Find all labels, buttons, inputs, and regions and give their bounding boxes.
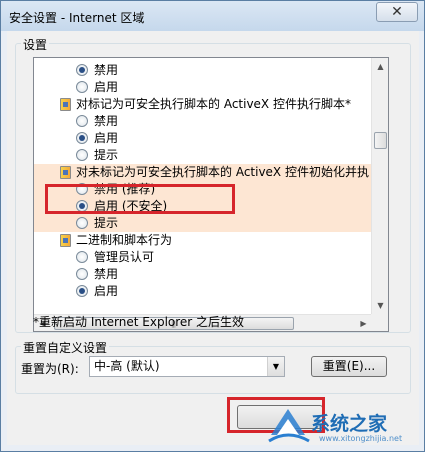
setting-option[interactable]: 管理员认可: [34, 249, 372, 266]
setting-label: 对标记为可安全执行脚本的 ActiveX 控件执行脚本*: [76, 97, 351, 111]
dialog-body: 设置 禁用 启用 对标记为可安全执行脚本的 ActiveX 控件执行脚本* 禁用 启用提…: [7, 31, 419, 445]
setting-option[interactable]: 启用: [34, 283, 372, 300]
setting-option[interactable]: 提示: [34, 147, 372, 164]
setting-header: 对标记为可安全执行脚本的 ActiveX 控件执行脚本*: [34, 96, 372, 113]
title-bar: 安全设置 - Internet 区域 ✕: [1, 1, 424, 31]
site-watermark: 系统之家 www.xitongzhijia.net: [263, 399, 423, 449]
scroll-corner: [371, 314, 388, 331]
watermark-text: 系统之家: [311, 413, 388, 435]
vertical-scrollbar[interactable]: ▲ ▼: [371, 58, 388, 314]
setting-option[interactable]: 启用: [34, 79, 372, 96]
close-icon: ✕: [391, 4, 403, 20]
settings-group-label: 设置: [21, 36, 50, 53]
setting-option[interactable]: 提示: [34, 215, 372, 232]
scroll-down-icon[interactable]: ▼: [372, 297, 388, 314]
radio-button[interactable]: [76, 64, 88, 76]
setting-label: 启用: [94, 80, 119, 94]
setting-option[interactable]: 启用: [34, 130, 372, 147]
setting-label: 禁用: [94, 114, 119, 128]
reset-level-select[interactable]: 中-高 (默认) ▼: [89, 356, 285, 377]
setting-category-icon: [60, 234, 71, 247]
setting-option[interactable]: 禁用: [34, 62, 372, 79]
radio-button[interactable]: [76, 251, 88, 263]
setting-option[interactable]: 禁用: [34, 266, 372, 283]
setting-header: 二进制和脚本行为: [34, 232, 372, 249]
radio-button[interactable]: [76, 115, 88, 127]
setting-label: 对未标记为可安全执行脚本的 ActiveX 控件初始化并执: [76, 165, 369, 179]
setting-label: 启用: [94, 131, 119, 145]
watermark-url: www.xitongzhijia.net: [319, 434, 403, 443]
setting-header: 对未标记为可安全执行脚本的 ActiveX 控件初始化并执: [34, 164, 372, 181]
restart-note: *重新启动 Internet Explorer 之后生效: [33, 315, 245, 329]
reset-to-label: 重置为(R):: [21, 362, 79, 376]
reset-group-label: 重置自定义设置: [21, 339, 110, 356]
close-button[interactable]: ✕: [376, 2, 418, 22]
radio-button[interactable]: [76, 285, 88, 297]
radio-button[interactable]: [76, 132, 88, 144]
setting-label: 提示: [94, 216, 119, 230]
security-settings-window: 安全设置 - Internet 区域 ✕ 设置 禁用 启用 对标记为可安全执行脚本的…: [0, 0, 425, 452]
vertical-scroll-thumb[interactable]: [374, 132, 387, 149]
setting-label: 启用: [94, 284, 119, 298]
setting-label: 二进制和脚本行为: [76, 233, 173, 247]
setting-category-icon: [60, 166, 71, 179]
radio-button[interactable]: [76, 268, 88, 280]
reset-button[interactable]: 重置(E)...: [311, 356, 387, 377]
dropdown-arrow-icon: ▼: [267, 357, 284, 376]
annotation-highlight-box: [45, 184, 235, 214]
setting-category-icon: [60, 98, 71, 111]
reset-level-value: 中-高 (默认): [94, 359, 160, 373]
radio-button[interactable]: [76, 217, 88, 229]
setting-label: 禁用: [94, 63, 119, 77]
radio-button[interactable]: [76, 81, 88, 93]
setting-option[interactable]: 禁用: [34, 113, 372, 130]
scroll-right-icon[interactable]: ▶: [355, 315, 372, 331]
scroll-up-icon[interactable]: ▲: [372, 58, 388, 75]
setting-label: 禁用: [94, 267, 119, 281]
window-title: 安全设置 - Internet 区域: [9, 11, 145, 25]
watermark-logo-icon: [268, 409, 310, 443]
setting-label: 管理员认可: [94, 250, 155, 264]
setting-label: 提示: [94, 148, 119, 162]
radio-button[interactable]: [76, 149, 88, 161]
